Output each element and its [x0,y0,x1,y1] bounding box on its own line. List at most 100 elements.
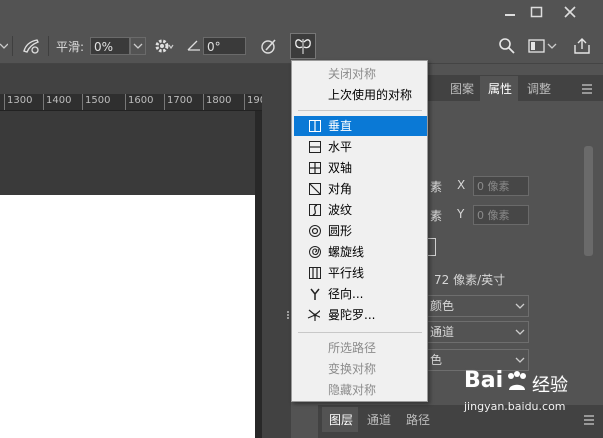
channel-select[interactable]: 通道 [426,321,529,343]
ruler-tick [82,94,83,110]
ruler-label: 1800 [206,95,232,106]
smooth-input[interactable]: 0% [90,37,130,55]
menu-item-wavy[interactable]: 波纹 [292,200,427,220]
menu-item-symmetry-off[interactable]: 关闭对称 [292,64,427,84]
menu-item-horizontal[interactable]: 水平 [292,137,427,157]
menu-item-diagonal[interactable]: 对角 [292,179,427,199]
wavy-icon [309,204,321,216]
menu-item-last-used[interactable]: 上次使用的对称 [292,85,427,105]
radial-icon [310,288,320,300]
link-toggle[interactable] [428,238,436,256]
tab-adjustments[interactable]: 调整 [527,78,551,100]
mode-select-value: 颜色 [430,299,455,313]
panel-menu-icon[interactable] [580,84,594,94]
circle-icon [309,225,321,237]
menu-separator [298,110,422,111]
menu-item-vertical[interactable]: 垂直 [294,116,427,136]
brush-pressure-icon[interactable] [20,36,42,56]
diagonal-icon [309,183,321,195]
menu-item-radial[interactable]: 径向... [292,284,427,304]
menu-item-hide-symmetry[interactable]: 隐藏对称 [292,380,427,400]
ruler-label: 1700 [167,95,193,106]
panel-gutter [262,94,291,438]
baidu-watermark: Bai 经验 jingyan.baidu.com [446,368,586,416]
menu-item-circle[interactable]: 圆形 [292,221,427,241]
options-bar: 平滑: 0% 0° [0,30,603,64]
ruler-label: 1500 [85,95,111,106]
watermark-brand: Bai [464,368,504,393]
menu-item-label: 螺旋线 [328,245,365,259]
channel-select-value: 通道 [430,325,455,339]
menu-item-label: 变换对称 [328,362,377,376]
spiral-icon [309,246,321,258]
menu-item-label: 所选路径 [328,341,377,355]
tab-channels[interactable]: 通道 [367,411,391,428]
smooth-label: 平滑: [56,40,85,54]
menu-item-selected-path[interactable]: 所选路径 [292,338,427,358]
menu-separator [298,332,422,333]
angle-icon [186,38,202,52]
color-select-value: 色 [430,353,443,367]
menu-item-label: 双轴 [328,161,353,175]
y-label: Y [457,207,465,221]
smooth-dropdown[interactable] [130,37,146,55]
angle-input[interactable]: 0° [203,37,246,55]
x-label: X [457,178,466,192]
close-button[interactable] [556,3,586,21]
horizontal-ruler: 1300 1400 1500 1600 1700 1800 190 [0,94,262,111]
mandala-icon [307,309,320,321]
symmetry-button[interactable] [290,33,316,59]
menu-item-label: 径向... [328,287,364,301]
menu-item-mandala[interactable]: 曼陀罗... [292,305,427,325]
parallel-lines-icon [309,267,321,279]
menu-item-label: 波纹 [328,203,353,217]
document-tab-strip [0,64,318,94]
pressure-size-icon[interactable] [258,36,280,56]
workspace-icon[interactable] [528,38,558,54]
maximize-button[interactable] [522,3,552,21]
panel-scrollbar[interactable] [584,146,593,256]
ruler-tick [203,94,204,110]
unit-label: 素 [430,209,443,223]
watermark-suffix: 经验 [532,375,568,396]
ruler-tick [43,94,44,110]
document-canvas[interactable] [0,195,255,438]
tab-patterns[interactable]: 图案 [450,78,474,100]
y-position-input[interactable]: 0 像素 [473,205,529,225]
menu-item-label: 关闭对称 [328,67,377,81]
tab-properties[interactable]: 属性 [488,78,512,100]
x-position-input[interactable]: 0 像素 [473,176,529,196]
menu-item-transform-symmetry[interactable]: 变换对称 [292,359,427,379]
ruler-tick [4,94,5,110]
share-icon[interactable] [572,36,592,56]
symmetry-menu: 关闭对称 上次使用的对称 垂直 水平 双轴 对角 波纹 圆形 螺旋线 平行线 径… [291,60,428,402]
ruler-label: 1400 [46,95,72,106]
tool-preset-dropdown[interactable] [0,38,8,54]
gear-icon[interactable] [154,37,174,55]
ruler-tick [244,94,245,110]
unit-label: 素 [430,180,443,194]
title-bar [0,0,603,30]
tab-layers[interactable]: 图层 [329,411,353,428]
menu-item-label: 上次使用的对称 [328,88,413,102]
mode-select[interactable]: 颜色 [426,295,529,317]
search-icon[interactable] [498,37,516,55]
ruler-label: 1600 [128,95,154,106]
menu-item-parallel[interactable]: 平行线 [292,263,427,283]
resolution-text: 72 像素/英寸 [434,273,506,287]
menu-item-label: 对角 [328,182,353,196]
menu-item-label: 圆形 [328,224,353,238]
menu-item-spiral[interactable]: 螺旋线 [292,242,427,262]
document-top [0,111,255,195]
separator [12,36,13,56]
separator [48,36,49,56]
watermark-url: jingyan.baidu.com [464,400,566,413]
dual-axis-icon [309,162,321,174]
menu-item-label: 曼陀罗... [328,308,376,322]
baidu-paw-icon [508,371,526,390]
menu-item-dual-axis[interactable]: 双轴 [292,158,427,178]
layers-menu-icon[interactable] [582,415,596,425]
ruler-label: 1300 [7,95,33,106]
tab-paths[interactable]: 路径 [406,411,430,428]
menu-item-label: 隐藏对称 [328,383,377,397]
